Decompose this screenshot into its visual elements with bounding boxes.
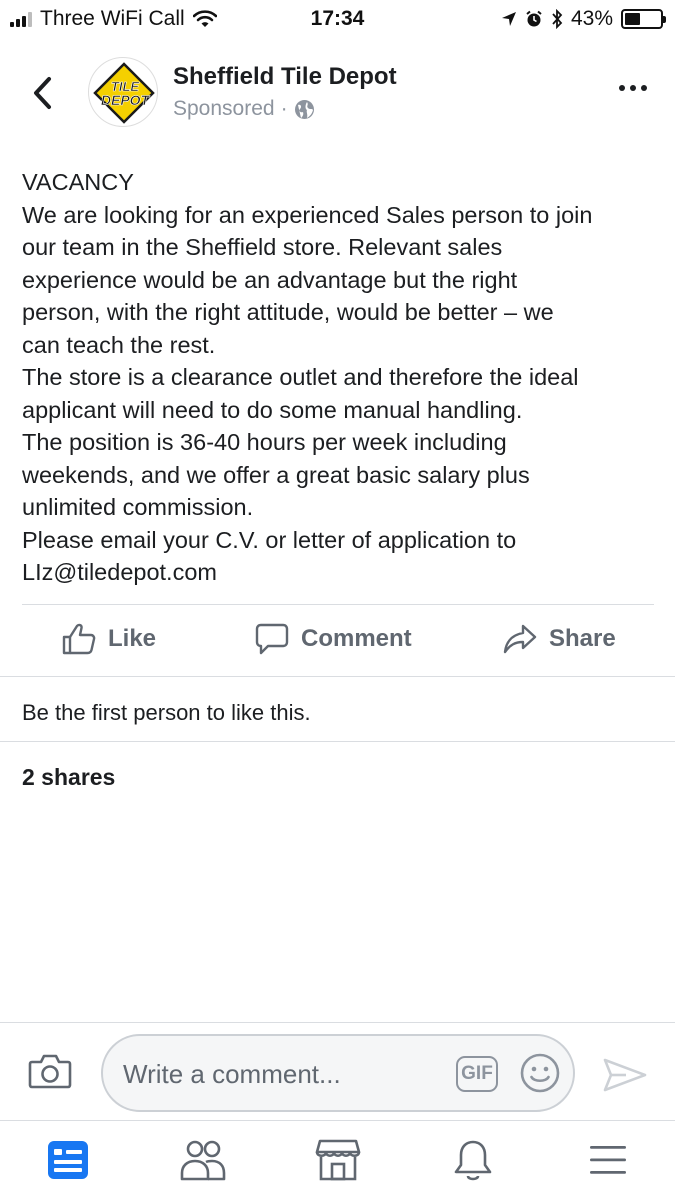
- battery-icon: [621, 9, 666, 29]
- post-line: unlimited commission.: [22, 494, 254, 520]
- bottom-tab-bar: [0, 1120, 675, 1200]
- bluetooth-icon: [552, 9, 563, 29]
- separator-dot: ·: [280, 97, 288, 120]
- post-line: experience would be an advantage but the…: [22, 266, 518, 293]
- post-line: Please email your C.V. or letter of appl…: [22, 526, 517, 553]
- emoji-icon: [520, 1053, 560, 1093]
- emoji-button[interactable]: [519, 1052, 561, 1099]
- marketplace-icon: [315, 1139, 361, 1181]
- back-chevron-icon: [34, 77, 51, 109]
- post-line: The position is 36-40 hours per week inc…: [22, 429, 507, 455]
- tile-depot-logo: TILE DEPOT: [93, 62, 155, 124]
- camera-icon: [28, 1054, 72, 1089]
- comment-button[interactable]: Comment: [255, 623, 412, 655]
- divider: [22, 604, 654, 605]
- tab-news-feed[interactable]: [40, 1135, 96, 1185]
- friends-icon: [180, 1140, 226, 1181]
- status-bar: Three WiFi Call 17:34 43%: [0, 0, 675, 40]
- tab-friends[interactable]: [175, 1135, 231, 1185]
- sponsored-label: Sponsored: [173, 97, 275, 120]
- globe-icon: [294, 99, 314, 119]
- post-line: person, with the right attitude, would b…: [22, 299, 554, 325]
- share-button[interactable]: Share: [503, 623, 616, 655]
- divider: [0, 676, 675, 677]
- location-arrow-icon: [501, 12, 516, 26]
- tab-menu[interactable]: [580, 1135, 636, 1185]
- post-header: TILE DEPOT Sheffield Tile Depot Sponsore…: [0, 55, 675, 135]
- post-line: The store is a clearance outlet and ther…: [22, 364, 579, 390]
- comment-label: Comment: [301, 625, 412, 652]
- comment-input[interactable]: [123, 1056, 423, 1092]
- gif-icon: GIF: [461, 1063, 493, 1084]
- battery-level-fill: [625, 13, 640, 25]
- post-line: We are looking for an experienced Sales …: [22, 201, 593, 228]
- post-actions: Like Comment Share: [0, 606, 675, 676]
- share-arrow-icon: [503, 624, 537, 654]
- battery-percent: 43%: [570, 7, 613, 30]
- more-options-button[interactable]: [619, 75, 647, 101]
- shares-count[interactable]: 2 shares: [22, 764, 115, 791]
- tab-notifications[interactable]: [445, 1135, 501, 1185]
- speech-bubble-icon: [255, 623, 289, 655]
- news-feed-icon: [48, 1141, 88, 1179]
- divider: [0, 741, 675, 742]
- alarm-clock-icon: [526, 10, 542, 27]
- likes-summary[interactable]: Be the first person to like this.: [22, 700, 311, 726]
- gif-button[interactable]: GIF: [456, 1056, 498, 1092]
- share-label: Share: [549, 625, 616, 652]
- status-right: 43%: [501, 7, 666, 31]
- post-body: VACANCY We are looking for an experience…: [22, 166, 662, 589]
- send-icon: [603, 1058, 647, 1092]
- post-line: our team in the Sheffield store. Relevan…: [22, 234, 503, 260]
- post-line: can teach the rest.: [22, 331, 216, 358]
- camera-button[interactable]: [28, 1053, 72, 1094]
- post-line: weekends, and we offer a great basic sal…: [22, 461, 530, 488]
- page-name[interactable]: Sheffield Tile Depot: [173, 63, 397, 91]
- sponsored-line: Sponsored ·: [173, 97, 315, 121]
- comment-composer: GIF: [0, 1022, 675, 1120]
- post-line: applicant will need to do some manual ha…: [22, 396, 523, 423]
- more-dots-icon: [619, 85, 625, 91]
- notifications-bell-icon: [454, 1140, 492, 1181]
- like-button[interactable]: Like: [62, 623, 156, 655]
- post-line: VACANCY: [22, 169, 134, 195]
- thumbs-up-icon: [62, 623, 96, 655]
- like-label: Like: [108, 625, 157, 652]
- tab-marketplace[interactable]: [310, 1135, 366, 1185]
- page-avatar[interactable]: TILE DEPOT: [88, 57, 158, 127]
- comment-box: GIF: [101, 1034, 575, 1112]
- email-link[interactable]: LIz@tiledepot.com: [22, 556, 662, 589]
- svg-text:DEPOT: DEPOT: [101, 92, 151, 108]
- send-button[interactable]: [602, 1057, 648, 1098]
- back-button[interactable]: [26, 71, 58, 115]
- menu-icon: [590, 1146, 626, 1174]
